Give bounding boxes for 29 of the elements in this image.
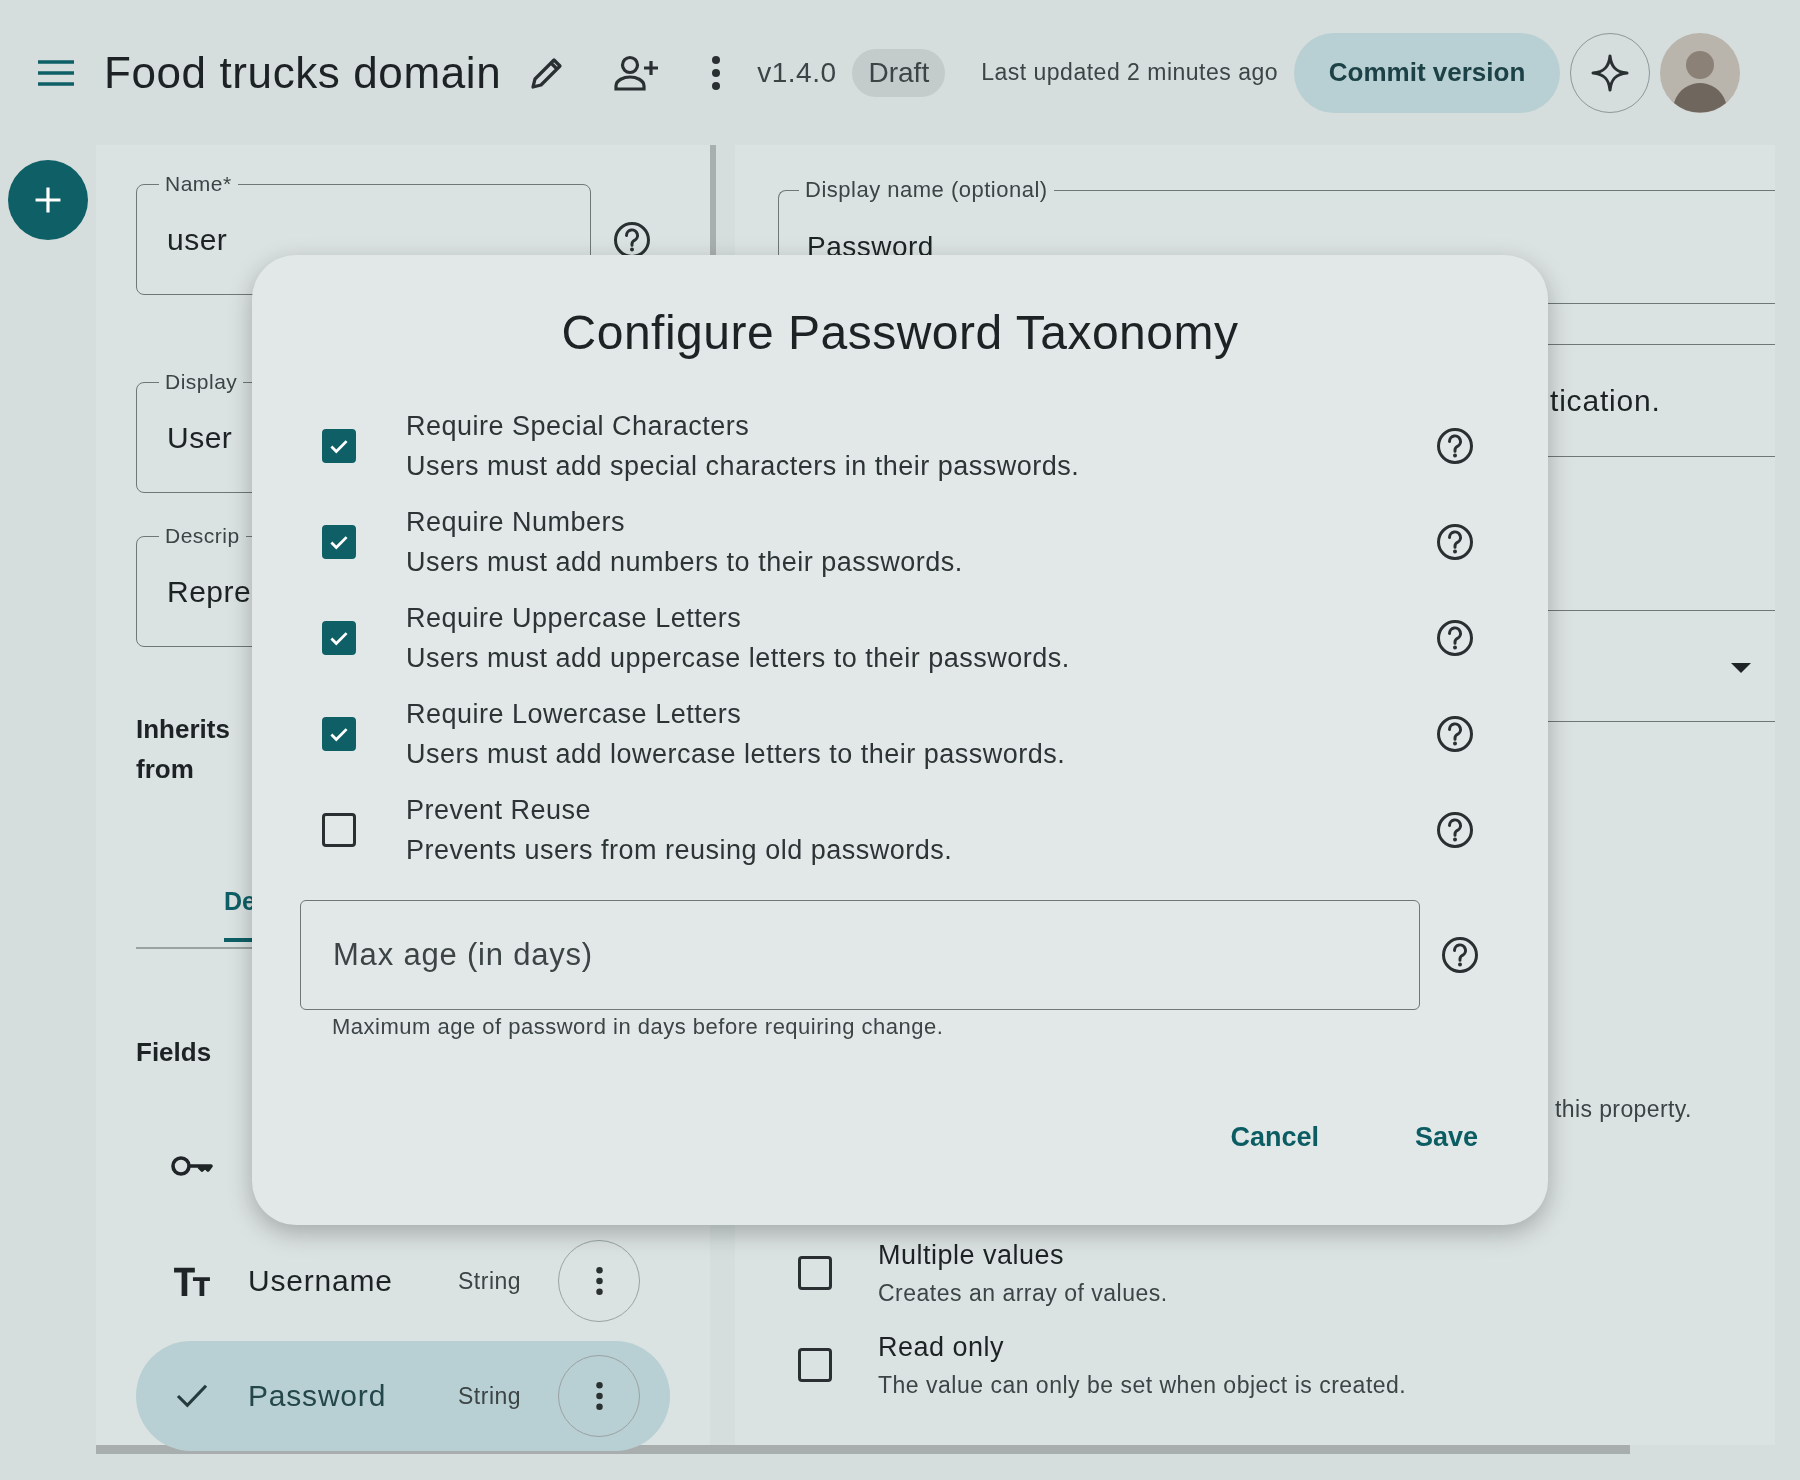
- type-label: String: [458, 1382, 523, 1410]
- description-text: tication.: [1550, 383, 1661, 418]
- inherits-label: Inherits from: [136, 713, 231, 786]
- option-description: Prevents users from reusing old passwords.: [406, 834, 954, 867]
- page-title: Food trucks domain: [104, 47, 502, 98]
- field-value: Repre: [167, 574, 252, 609]
- option-description: Users must add uppercase letters to their passwords.: [406, 642, 1071, 675]
- option-title: Require Numbers: [406, 506, 627, 539]
- option-description: The value can only be set when object is created.: [878, 1371, 1407, 1400]
- option-description: Users must add lowercase letters to their passwords.: [406, 738, 1067, 771]
- option-title: Read only: [878, 1331, 1006, 1364]
- option-title: Require Lowercase Letters: [406, 698, 743, 731]
- option-description: Users must add numbers to their passwords.: [406, 546, 964, 579]
- dialog-title: Configure Password Taxonomy: [560, 305, 1240, 360]
- field-value: user: [167, 222, 228, 257]
- option-description: Users must add special characters in their passwords.: [406, 450, 1081, 483]
- fields-heading: Fields: [136, 1037, 213, 1068]
- option-title: Prevent Reuse: [406, 794, 593, 827]
- option-title: Multiple values: [878, 1239, 1066, 1272]
- status-chip: Draft: [852, 48, 946, 97]
- type-label: String: [458, 1267, 523, 1295]
- version-label: v1.4.0: [757, 56, 837, 89]
- option-title: Require Uppercase Letters: [406, 602, 743, 635]
- helper-text: Maximum age of password in days before requiring change.: [332, 1014, 945, 1040]
- last-updated-text: Last updated 2 minutes ago: [981, 59, 1279, 86]
- option-description: Creates an array of values.: [878, 1279, 1168, 1308]
- field-value: User: [167, 420, 233, 455]
- hint-text: this property.: [1555, 1096, 1693, 1123]
- option-title: Require Special Characters: [406, 410, 751, 443]
